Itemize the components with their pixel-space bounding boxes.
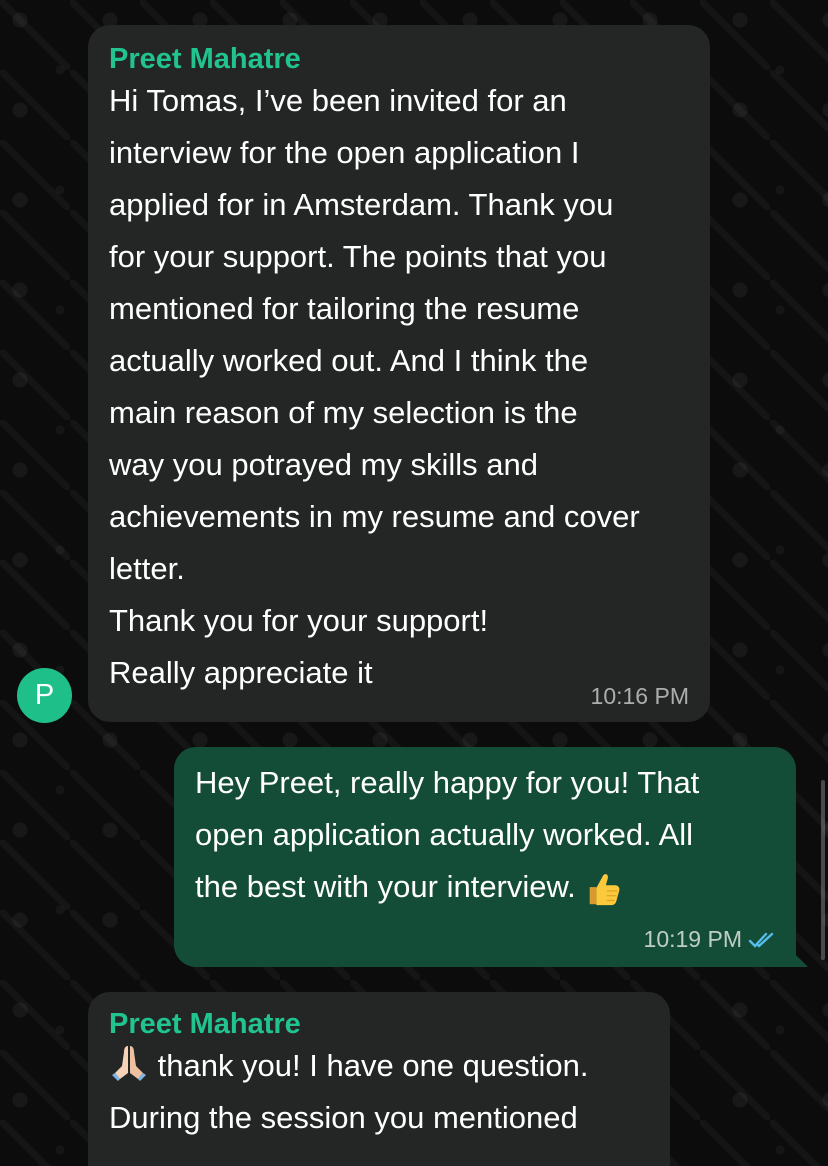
message-text-content: thank you! I have one question. During t… [109,1048,589,1135]
message-text: Hey Preet, really happy for you! That op… [195,757,776,913]
avatar-letter: P [34,679,55,711]
message-text-content: Hey Preet, really happy for you! That op… [195,765,700,904]
sender-name: Preet Mahatre [109,1008,301,1040]
thumbs-up-icon [590,873,620,905]
message-text: Hi Tomas, I’ve been invited for an inter… [109,83,640,690]
message-timestamp: 10:19 PM [644,926,776,953]
message-timestamp: 10:16 PM [590,683,689,709]
sender-name: Preet Mahatre [109,43,301,75]
incoming-message-bubble[interactable]: Preet Mahatre thank you! I have one ques… [88,992,670,1166]
read-receipt-icon [748,932,774,948]
scrollbar[interactable] [821,780,825,960]
avatar[interactable]: P [17,668,72,723]
outgoing-message-bubble[interactable]: Hey Preet, really happy for you! That op… [174,747,796,967]
folded-hands-icon [112,1046,146,1081]
message-text: thank you! I have one question. During t… [109,1040,650,1144]
chat-background: Preet Mahatre Hi Tomas, I’ve been invite… [0,0,828,1166]
incoming-message-bubble[interactable]: Preet Mahatre Hi Tomas, I’ve been invite… [88,25,710,722]
bubble-tail [790,949,808,967]
message-time: 10:19 PM [643,926,742,952]
